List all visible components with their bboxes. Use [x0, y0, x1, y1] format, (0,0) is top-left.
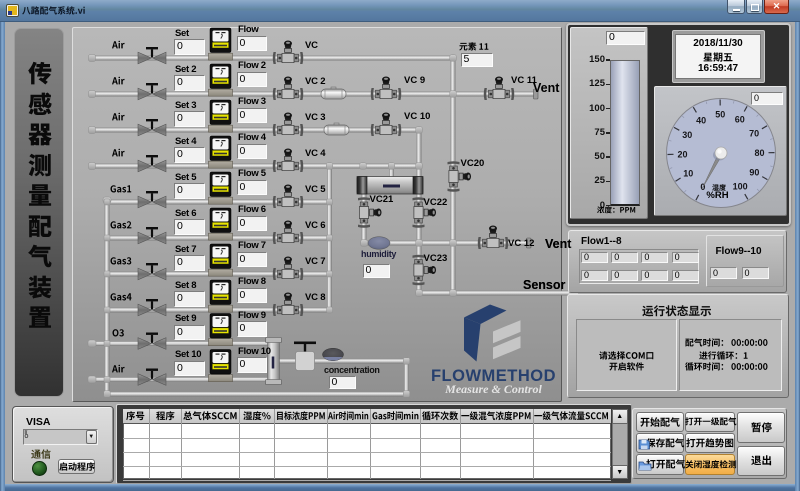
svg-text:20: 20 — [677, 149, 687, 159]
svg-text:30: 30 — [682, 130, 692, 140]
svg-text:60: 60 — [735, 115, 745, 125]
svg-text:40: 40 — [696, 115, 706, 125]
svg-text:70: 70 — [749, 129, 759, 139]
svg-text:80: 80 — [754, 148, 764, 158]
svg-text:10: 10 — [683, 169, 693, 179]
svg-text:90: 90 — [749, 167, 759, 177]
svg-text:50: 50 — [715, 110, 725, 120]
svg-text:100: 100 — [733, 182, 748, 192]
